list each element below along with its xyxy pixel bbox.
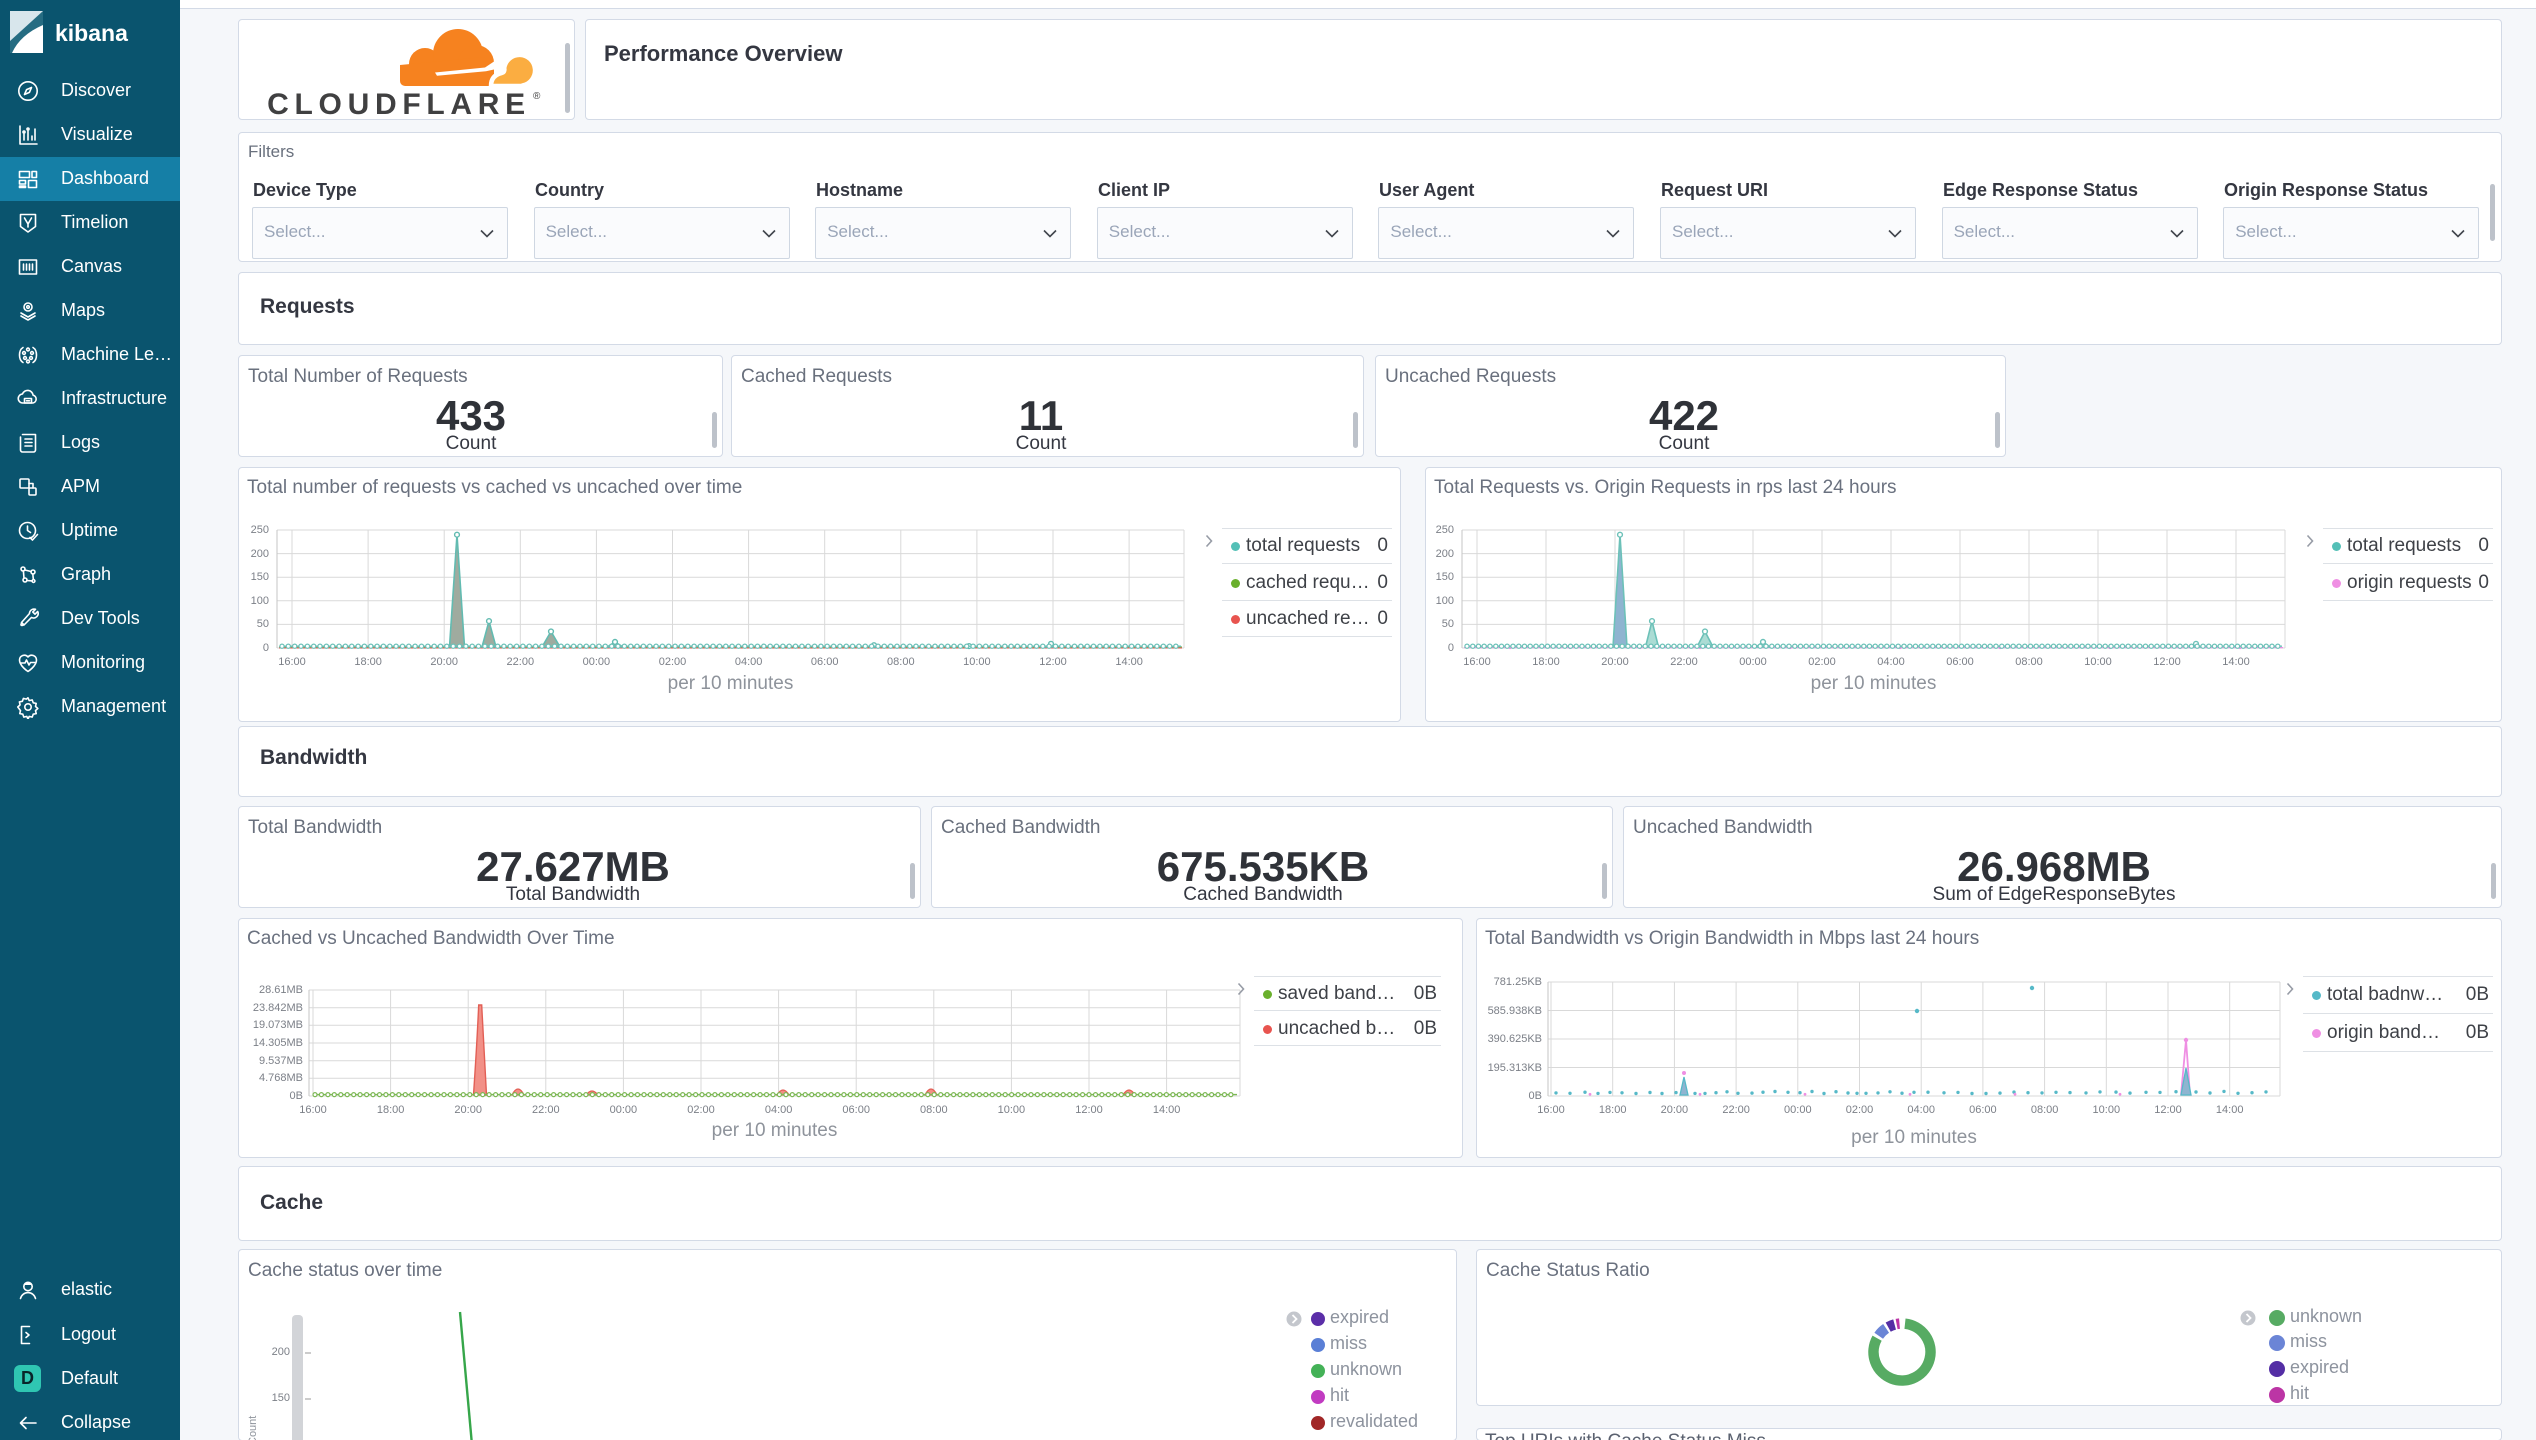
svg-text:®: ® (533, 91, 541, 102)
svg-text:CLOUDFLARE: CLOUDFLARE (267, 88, 531, 119)
